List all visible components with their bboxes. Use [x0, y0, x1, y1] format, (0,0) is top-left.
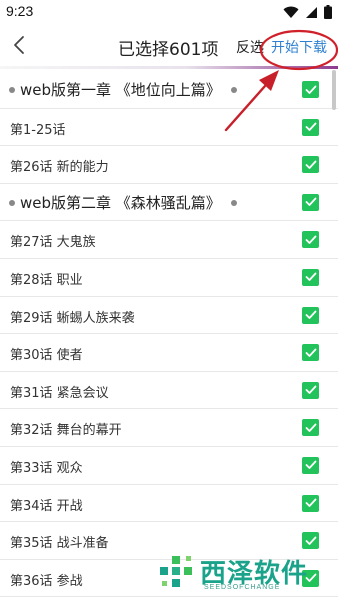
- episode-label: 第27话 大鬼族: [10, 235, 96, 251]
- check-icon: [305, 197, 316, 207]
- check-icon: [305, 85, 316, 94]
- check-icon: [305, 498, 316, 507]
- start-download-button[interactable]: 开始下载: [271, 37, 327, 57]
- episode-label: 第28话 职业: [10, 272, 83, 288]
- episode-row[interactable]: 第27话 大鬼族: [0, 221, 338, 259]
- chapter-row[interactable]: web版第二章 《森林骚乱篇》: [0, 184, 338, 222]
- checkbox[interactable]: [302, 456, 319, 474]
- episode-row[interactable]: 第28话 职业: [0, 259, 338, 297]
- checkbox[interactable]: [302, 306, 319, 324]
- signal-icon: [306, 6, 317, 18]
- episode-row[interactable]: 第30话 使者: [0, 334, 338, 372]
- checkbox[interactable]: [302, 81, 319, 98]
- status-bar: 9:23: [0, 0, 338, 24]
- bullet-dot-icon: [231, 87, 237, 93]
- back-button[interactable]: [4, 30, 34, 60]
- page-title: 已选择601项: [118, 40, 219, 60]
- chapter-label: web版第一章 《地位向上篇》: [20, 81, 221, 99]
- invert-selection-button[interactable]: 反选: [236, 37, 264, 57]
- episode-row[interactable]: 第33话 观众: [0, 447, 338, 485]
- checkbox[interactable]: [302, 268, 319, 286]
- episode-row[interactable]: 第29话 蜥蜴人族来袭: [0, 297, 338, 335]
- checkbox[interactable]: [302, 231, 319, 249]
- episode-row[interactable]: 第31话 紧急会议: [0, 372, 338, 410]
- episode-label: 第1-25话: [10, 122, 66, 138]
- check-icon: [305, 423, 316, 432]
- wifi-icon: [283, 6, 299, 18]
- bullet-dot-icon: [9, 199, 15, 206]
- check-icon: [305, 385, 316, 395]
- check-icon: [305, 273, 316, 282]
- check-icon: [305, 310, 316, 319]
- episode-label: 第30话 使者: [10, 348, 83, 364]
- status-icons: [283, 4, 332, 20]
- episode-label: 第29话 蜥蜴人族来袭: [10, 310, 135, 326]
- checkbox[interactable]: [302, 156, 319, 174]
- episode-label: 第26话 新的能力: [10, 160, 109, 176]
- checkbox[interactable]: [302, 344, 319, 362]
- episode-label: 第34话 开战: [10, 498, 83, 514]
- episode-row[interactable]: 第34话 开战: [0, 485, 338, 523]
- checkbox[interactable]: [302, 193, 319, 211]
- check-icon: [305, 348, 316, 357]
- episode-label: 第36话 参战: [10, 573, 83, 589]
- check-icon: [305, 235, 316, 244]
- check-icon: [305, 536, 316, 545]
- watermark-sub: SEEDSOFCHANGE: [204, 584, 281, 591]
- watermark-logo-icon: [160, 556, 192, 587]
- header-divider: [0, 66, 338, 69]
- scrollbar[interactable]: [332, 70, 336, 110]
- episode-list: web版第一章 《地位向上篇》第1-25话第26话 新的能力 web版第二章 《森…: [0, 71, 338, 598]
- chapter-row[interactable]: web版第一章 《地位向上篇》: [0, 71, 338, 109]
- watermark: 西泽软件 SEEDSOFCHANGE: [158, 553, 328, 597]
- check-icon: [305, 160, 316, 169]
- bullet-dot-icon: [231, 199, 237, 206]
- status-time: 9:23: [6, 3, 34, 19]
- episode-label: 第32话 舞台的幕开: [10, 423, 122, 439]
- episode-row[interactable]: 第32话 舞台的幕开: [0, 409, 338, 447]
- episode-label: 第35话 战斗准备: [10, 536, 109, 552]
- checkbox[interactable]: [302, 419, 319, 437]
- header: 已选择601项 反选 开始下载: [0, 24, 338, 66]
- checkbox[interactable]: [302, 494, 319, 512]
- chevron-left-icon: [14, 36, 24, 54]
- episode-label: 第31话 紧急会议: [10, 385, 109, 401]
- episode-label: 第33话 观众: [10, 460, 83, 476]
- episode-row[interactable]: 第1-25话: [0, 109, 338, 147]
- battery-icon: [324, 5, 332, 19]
- check-icon: [305, 122, 316, 131]
- checkbox[interactable]: [302, 532, 319, 550]
- check-icon: [305, 461, 316, 470]
- chapter-label: web版第二章 《森林骚乱篇》: [20, 193, 221, 212]
- checkbox[interactable]: [302, 381, 319, 399]
- bullet-dot-icon: [9, 87, 15, 93]
- episode-row[interactable]: 第26话 新的能力: [0, 146, 338, 184]
- checkbox[interactable]: [302, 118, 319, 136]
